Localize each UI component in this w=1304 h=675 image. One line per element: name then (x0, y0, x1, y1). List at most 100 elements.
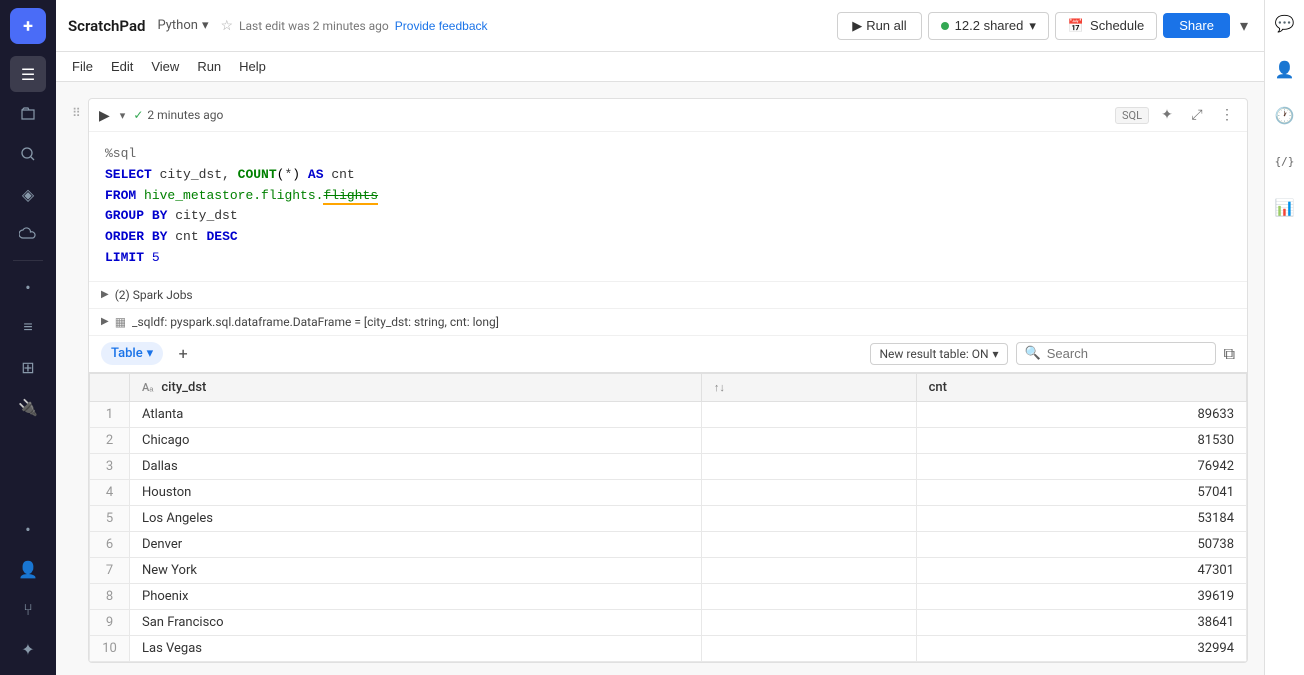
barchart-button[interactable]: 📊 (1270, 192, 1300, 222)
result-toggle-chevron: ▾ (993, 347, 999, 361)
city-cell: Denver (130, 531, 702, 557)
sqldf-info: _sqldf: pyspark.sql.dataframe.DataFrame … (132, 315, 499, 329)
code-line-6: LIMIT 5 (105, 248, 1231, 269)
table-row: 5 Los Angeles 53184 (90, 505, 1247, 531)
sidebar-item-page[interactable]: ☰ (10, 56, 46, 92)
city-cell: New York (130, 557, 702, 583)
search-box[interactable]: 🔍 (1016, 342, 1216, 365)
number-type-icon: ↑↓ (714, 381, 725, 394)
cell-more-icon[interactable]: ⋮ (1215, 103, 1239, 127)
sidebar-item-cloud[interactable] (10, 216, 46, 252)
menu-edit[interactable]: Edit (103, 56, 141, 77)
code-button[interactable]: {/} (1270, 146, 1300, 176)
comments-button[interactable]: 💬 (1270, 8, 1300, 38)
run-all-label: Run all (866, 18, 906, 33)
cnt-cell: 89633 (916, 401, 1246, 427)
sidebar-item-list[interactable]: ≡ (10, 309, 46, 345)
play-icon: ▶ (852, 18, 862, 34)
col-header-city-dst[interactable]: Aₐ city_dst (130, 373, 702, 401)
city-cell: Atlanta (130, 401, 702, 427)
feedback-button[interactable]: Provide feedback (395, 19, 488, 33)
sort-cell (701, 479, 916, 505)
sidebar-item-git[interactable]: ⑂ (10, 591, 46, 627)
run-cell-button[interactable]: ▶ (97, 105, 112, 126)
sidebar-divider (13, 260, 43, 261)
sidebar-item-model[interactable]: ◈ (10, 176, 46, 212)
table-row: 8 Phoenix 39619 (90, 583, 1247, 609)
cell-sparkle-icon[interactable]: ✦ (1155, 103, 1179, 127)
menu-file[interactable]: File (64, 56, 101, 77)
city-cell: Los Angeles (130, 505, 702, 531)
cell-type-badge[interactable]: SQL (1115, 107, 1149, 124)
cnt-cell: 57041 (916, 479, 1246, 505)
layout-icon[interactable]: ⧉ (1224, 344, 1235, 364)
profile-button[interactable]: 👤 (1270, 54, 1300, 84)
string-type-icon: Aₐ (142, 381, 153, 394)
city-cell: Houston (130, 479, 702, 505)
table-icon: ▦ (115, 315, 126, 329)
menu-run[interactable]: Run (189, 56, 229, 77)
cell-success-icon: ✓ (133, 108, 143, 122)
data-table-wrapper: Aₐ city_dst ↑↓ (89, 373, 1247, 662)
app-logo[interactable]: + (10, 8, 46, 44)
table-tab-chevron: ▾ (147, 346, 154, 361)
spark-jobs-arrow: ▶ (101, 289, 109, 300)
code-line-3: FROM hive_metastore.flights.flights (105, 186, 1231, 207)
sidebar-item-folder[interactable] (10, 96, 46, 132)
table-row: 1 Atlanta 89633 (90, 401, 1247, 427)
city-cell: Chicago (130, 427, 702, 453)
history-button[interactable]: 🕐 (1270, 100, 1300, 130)
result-toggle[interactable]: New result table: ON ▾ (870, 343, 1007, 365)
sidebar-item-plugin[interactable]: 🔌 (10, 389, 46, 425)
main-content: ScratchPad Python ▾ ☆ Last edit was 2 mi… (56, 0, 1264, 675)
sidebar-item-settings[interactable]: ✦ (10, 631, 46, 667)
cnt-cell: 39619 (916, 583, 1246, 609)
sidebar-item-dot1[interactable]: • (10, 269, 46, 305)
cell-expand-icon[interactable]: ⤢ (1185, 103, 1209, 127)
cnt-cell: 47301 (916, 557, 1246, 583)
cnt-cell: 76942 (916, 453, 1246, 479)
sort-cell (701, 609, 916, 635)
topbar-left: ScratchPad Python ▾ ☆ Last edit was 2 mi… (68, 15, 831, 36)
row-num-cell: 1 (90, 401, 130, 427)
row-num-cell: 8 (90, 583, 130, 609)
cell-drag-handle[interactable]: ⠿ (72, 98, 88, 120)
cell-run-dropdown[interactable]: ▾ (118, 107, 128, 124)
sidebar-item-grid[interactable]: ⊞ (10, 349, 46, 385)
shared-button[interactable]: 12.2 shared ▾ (928, 12, 1049, 40)
search-input[interactable] (1047, 346, 1207, 361)
col-header-cnt[interactable]: cnt (916, 373, 1246, 401)
city-cell: Las Vegas (130, 635, 702, 661)
language-selector[interactable]: Python ▾ (151, 15, 214, 36)
col-header-sort[interactable]: ↑↓ (701, 373, 916, 401)
sidebar-item-dot2[interactable]: • (10, 511, 46, 547)
row-num-cell: 7 (90, 557, 130, 583)
sidebar-right: 💬 👤 🕐 {/} 📊 (1264, 0, 1304, 675)
menu-help[interactable]: Help (231, 56, 274, 77)
lang-chevron-icon: ▾ (202, 18, 209, 33)
cell-timestamp: 2 minutes ago (147, 108, 223, 122)
schedule-button[interactable]: 📅 Schedule (1055, 12, 1157, 40)
sort-cell (701, 635, 916, 661)
favorite-icon[interactable]: ☆ (220, 18, 233, 34)
menu-bar: File Edit View Run Help (56, 52, 1264, 82)
menu-view[interactable]: View (143, 56, 187, 77)
run-all-button[interactable]: ▶ Run all (837, 12, 921, 40)
sidebar-item-search[interactable] (10, 136, 46, 172)
code-line-2: SELECT city_dst, COUNT(*) AS cnt (105, 165, 1231, 186)
sort-cell (701, 401, 916, 427)
row-num-cell: 2 (90, 427, 130, 453)
table-row: 2 Chicago 81530 (90, 427, 1247, 453)
table-tab[interactable]: Table ▾ (101, 342, 163, 365)
share-button[interactable]: Share (1163, 13, 1230, 38)
more-options-button[interactable]: ▾ (1236, 11, 1252, 41)
code-editor[interactable]: %sql SELECT city_dst, COUNT(*) AS cnt FR… (89, 132, 1247, 281)
sidebar-item-person[interactable]: 👤 (10, 551, 46, 587)
sqldf-row[interactable]: ▶ ▦ _sqldf: pyspark.sql.dataframe.DataFr… (89, 309, 1247, 336)
sort-cell (701, 505, 916, 531)
cnt-cell: 53184 (916, 505, 1246, 531)
add-tab-button[interactable]: + (171, 342, 195, 366)
cell-wrapper: ⠿ ▶ ▾ ✓ 2 minutes ago SQL ✦ ⤢ ⋮ (56, 98, 1264, 663)
output-area: ▶ (2) Spark Jobs ▶ ▦ _sqldf: pyspark.sql… (89, 281, 1247, 662)
spark-jobs-row[interactable]: ▶ (2) Spark Jobs (89, 282, 1247, 309)
